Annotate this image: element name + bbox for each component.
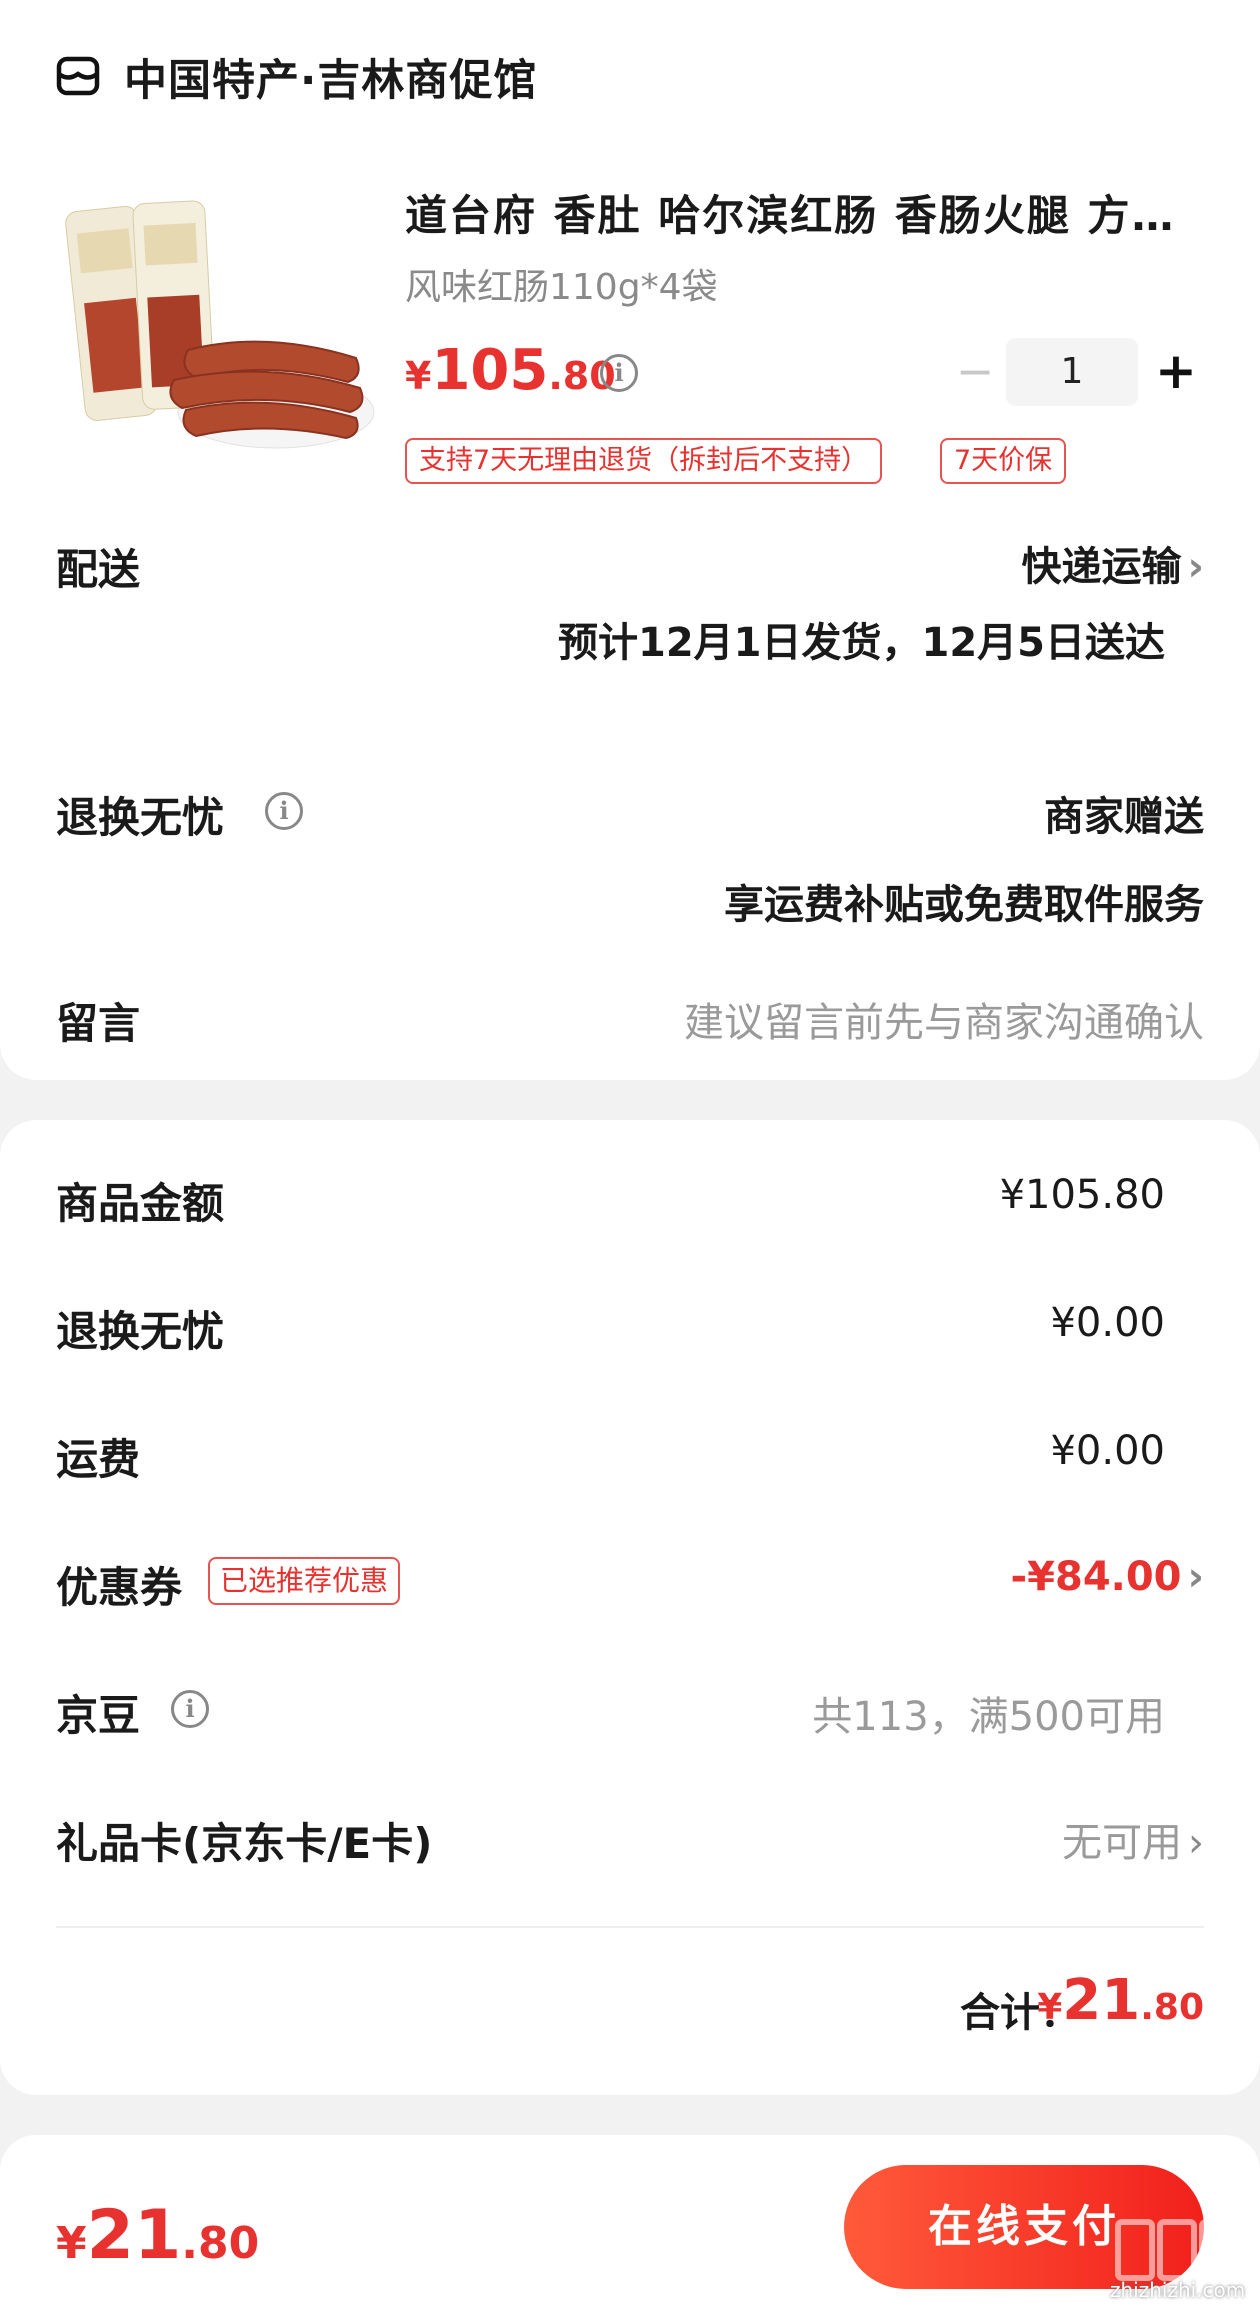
- coupon-selected-badge: 已选推荐优惠: [208, 1557, 401, 1605]
- return-service-value[interactable]: 商家赠送: [1044, 784, 1204, 842]
- shop-icon: [56, 56, 100, 96]
- summary-jd-beans-label: 京豆: [56, 1691, 141, 1740]
- delivery-label: 配送: [56, 545, 141, 594]
- summary-coupon-label: 优惠券: [56, 1563, 183, 1612]
- summary-return-label: 退换无忧: [56, 1307, 225, 1356]
- price-protect-tag: 7天价保: [940, 438, 1067, 484]
- chevron-right-icon: ›: [1187, 544, 1204, 590]
- checkout-price: ¥21.80: [56, 2196, 260, 2275]
- price-summary-card: [0, 1120, 1260, 2095]
- return-service-label: 退换无忧: [56, 793, 225, 842]
- summary-goods-value: ¥105.80: [999, 1172, 1165, 1218]
- summary-shipping-value: ¥0.00: [1050, 1428, 1165, 1474]
- return-service-info-icon[interactable]: i: [265, 792, 303, 830]
- return-service-desc: 享运费补贴或免费取件服务: [724, 882, 1204, 928]
- watermark-text: zhizhizhi.com: [1110, 2278, 1246, 2302]
- product-price: ¥105.80: [405, 338, 616, 403]
- chevron-right-icon: ›: [1188, 1820, 1204, 1866]
- summary-giftcard-value[interactable]: 无可用 ›: [1062, 1810, 1204, 1868]
- product-title[interactable]: 道台府 香肚 哈尔滨红肠 香肠火腿 方…: [405, 182, 1215, 243]
- price-info-icon[interactable]: i: [600, 354, 638, 392]
- summary-goods-label: 商品金额: [56, 1179, 225, 1228]
- message-label: 留言: [56, 999, 141, 1048]
- summary-giftcard-label: 礼品卡(京东卡/E卡): [56, 1819, 433, 1868]
- product-spec: 风味红肠110g*4袋: [405, 267, 718, 308]
- delivery-method[interactable]: 快递运输 ›: [1022, 534, 1204, 592]
- quantity-increase-button[interactable]: +: [1152, 343, 1200, 399]
- summary-coupon-value[interactable]: -¥84.00 ›: [1011, 1554, 1204, 1600]
- order-item-card: 中国特产·吉林商促馆 道台府 香肚 哈尔滨红肠 香肠火腿 方… 风味红肠110g…: [0, 0, 1260, 1080]
- jd-beans-info-icon[interactable]: i: [171, 1690, 209, 1728]
- store-name[interactable]: 中国特产·吉林商促馆: [124, 46, 537, 108]
- message-input[interactable]: 建议留言前先与商家沟通确认: [684, 990, 1204, 1048]
- summary-jd-beans-value: 共113，满500可用: [812, 1694, 1165, 1740]
- total-value: ¥21.80: [1037, 1968, 1204, 2033]
- return-policy-tag: 支持7天无理由退货（拆封后不支持）: [405, 438, 883, 484]
- quantity-input[interactable]: 1: [1006, 338, 1138, 406]
- chevron-right-icon: ›: [1187, 1554, 1204, 1600]
- summary-return-value: ¥0.00: [1050, 1300, 1165, 1346]
- summary-divider: [56, 1926, 1204, 1928]
- summary-shipping-label: 运费: [56, 1435, 141, 1484]
- quantity-decrease-button[interactable]: −: [955, 346, 995, 396]
- product-image[interactable]: [56, 180, 376, 480]
- delivery-estimate: 预计12月1日发货，12月5日送达: [558, 620, 1165, 666]
